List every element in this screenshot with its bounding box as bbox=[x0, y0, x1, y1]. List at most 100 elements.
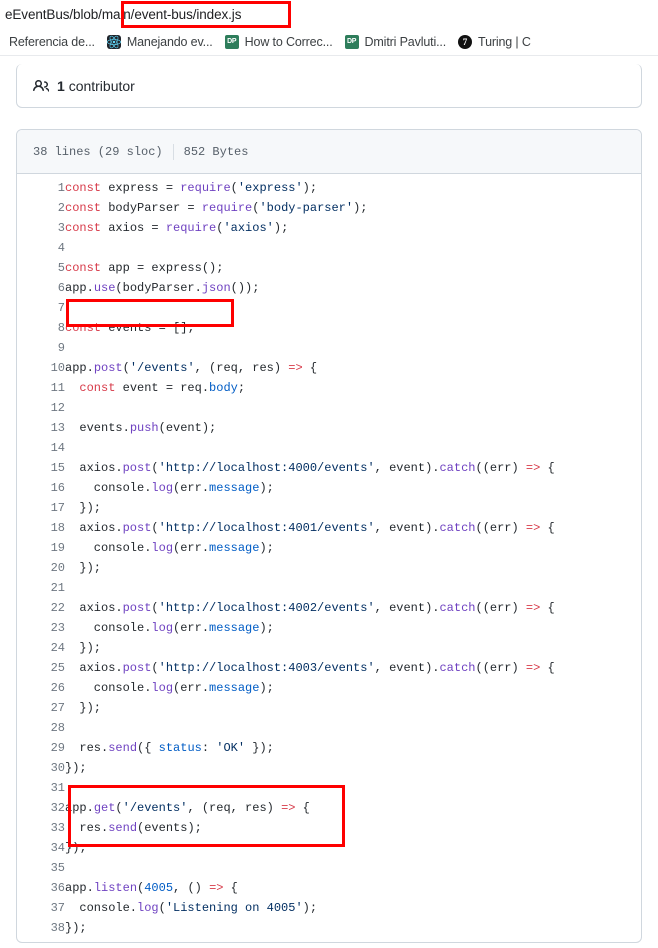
line-content[interactable]: }); bbox=[65, 638, 641, 658]
line-number[interactable]: 24 bbox=[17, 638, 65, 658]
line-content[interactable]: const bodyParser = require('body-parser'… bbox=[65, 198, 641, 218]
line-content[interactable]: events.push(event); bbox=[65, 418, 641, 438]
line-number[interactable]: 21 bbox=[17, 578, 65, 598]
line-number[interactable]: 28 bbox=[17, 718, 65, 738]
line-content[interactable]: console.log('Listening on 4005'); bbox=[65, 898, 641, 918]
code-token: post bbox=[122, 461, 152, 475]
line-number[interactable]: 22 bbox=[17, 598, 65, 618]
line-content[interactable]: const app = express(); bbox=[65, 258, 641, 278]
line-number[interactable]: 1 bbox=[17, 178, 65, 198]
line-number[interactable]: 11 bbox=[17, 378, 65, 398]
code-token: post bbox=[122, 601, 152, 615]
line-number[interactable]: 36 bbox=[17, 878, 65, 898]
line-number[interactable]: 9 bbox=[17, 338, 65, 358]
line-number[interactable]: 2 bbox=[17, 198, 65, 218]
line-content[interactable]: const events = []; bbox=[65, 318, 641, 338]
line-content[interactable] bbox=[65, 238, 641, 258]
code-token: { bbox=[540, 661, 555, 675]
line-content[interactable]: app.use(bodyParser.json()); bbox=[65, 278, 641, 298]
line-content[interactable]: }); bbox=[65, 498, 641, 518]
line-number[interactable]: 23 bbox=[17, 618, 65, 638]
line-number[interactable]: 30 bbox=[17, 758, 65, 778]
code-token: }); bbox=[65, 841, 87, 855]
line-content[interactable]: console.log(err.message); bbox=[65, 678, 641, 698]
code-token: (err. bbox=[173, 681, 210, 695]
line-content[interactable] bbox=[65, 578, 641, 598]
line-content[interactable] bbox=[65, 338, 641, 358]
code-token: const bbox=[65, 221, 102, 235]
line-number[interactable]: 8 bbox=[17, 318, 65, 338]
line-number[interactable]: 26 bbox=[17, 678, 65, 698]
line-number[interactable]: 35 bbox=[17, 858, 65, 878]
line-content[interactable] bbox=[65, 718, 641, 738]
contributors-panel[interactable]: 1 contributor bbox=[16, 64, 642, 108]
code-line: 36 app.listen(4005, () => { bbox=[17, 878, 641, 898]
line-number[interactable]: 29 bbox=[17, 738, 65, 758]
line-number[interactable]: 6 bbox=[17, 278, 65, 298]
line-number[interactable]: 14 bbox=[17, 438, 65, 458]
line-content[interactable]: res.send(events); bbox=[65, 818, 641, 838]
line-number[interactable]: 25 bbox=[17, 658, 65, 678]
line-number[interactable]: 15 bbox=[17, 458, 65, 478]
contributors-row[interactable]: 1 contributor bbox=[33, 78, 135, 94]
line-number[interactable]: 7 bbox=[17, 298, 65, 318]
code-line: 4 bbox=[17, 238, 641, 258]
code-token: ( bbox=[122, 361, 130, 375]
line-content[interactable]: app.post('/events', (req, res) => { bbox=[65, 358, 641, 378]
line-number[interactable]: 16 bbox=[17, 478, 65, 498]
line-number[interactable]: 31 bbox=[17, 778, 65, 798]
line-number[interactable]: 17 bbox=[17, 498, 65, 518]
line-content[interactable]: axios.post('http://localhost:4001/events… bbox=[65, 518, 641, 538]
line-content[interactable]: console.log(err.message); bbox=[65, 478, 641, 498]
line-content[interactable]: app.listen(4005, () => { bbox=[65, 878, 641, 898]
line-number[interactable]: 34 bbox=[17, 838, 65, 858]
code-token: (err. bbox=[173, 541, 210, 555]
line-content[interactable]: const express = require('express'); bbox=[65, 178, 641, 198]
code-token: , (req, res) bbox=[194, 361, 289, 375]
line-number[interactable]: 37 bbox=[17, 898, 65, 918]
line-content[interactable] bbox=[65, 858, 641, 878]
line-number[interactable]: 5 bbox=[17, 258, 65, 278]
line-content[interactable] bbox=[65, 438, 641, 458]
line-number[interactable]: 33 bbox=[17, 818, 65, 838]
line-content[interactable] bbox=[65, 298, 641, 318]
line-content[interactable] bbox=[65, 778, 641, 798]
line-number[interactable]: 32 bbox=[17, 798, 65, 818]
line-number[interactable]: 19 bbox=[17, 538, 65, 558]
line-content[interactable]: console.log(err.message); bbox=[65, 538, 641, 558]
line-content[interactable]: res.send({ status: 'OK' }); bbox=[65, 738, 641, 758]
line-content[interactable]: axios.post('http://localhost:4003/events… bbox=[65, 658, 641, 678]
line-number[interactable]: 10 bbox=[17, 358, 65, 378]
line-number[interactable]: 3 bbox=[17, 218, 65, 238]
line-content[interactable]: }); bbox=[65, 918, 641, 938]
line-content[interactable]: console.log(err.message); bbox=[65, 618, 641, 638]
line-content[interactable]: }); bbox=[65, 838, 641, 858]
code-token: ( bbox=[151, 661, 159, 675]
line-number[interactable]: 12 bbox=[17, 398, 65, 418]
line-content[interactable]: const event = req.body; bbox=[65, 378, 641, 398]
line-number[interactable]: 27 bbox=[17, 698, 65, 718]
url-text: eEventBus/blob/main/event-bus/index.js bbox=[5, 6, 242, 22]
line-content[interactable]: axios.post('http://localhost:4000/events… bbox=[65, 458, 641, 478]
code-line: 29 res.send({ status: 'OK' }); bbox=[17, 738, 641, 758]
react-icon bbox=[106, 34, 121, 49]
bookmark-item[interactable]: Referencia de... bbox=[4, 32, 102, 52]
line-number[interactable]: 18 bbox=[17, 518, 65, 538]
line-content[interactable]: }); bbox=[65, 698, 641, 718]
line-number[interactable]: 4 bbox=[17, 238, 65, 258]
line-content[interactable]: axios.post('http://localhost:4002/events… bbox=[65, 598, 641, 618]
bookmark-item[interactable]: DP Dmitri Pavluti... bbox=[340, 32, 454, 52]
line-number[interactable]: 38 bbox=[17, 918, 65, 938]
line-content[interactable]: }); bbox=[65, 758, 641, 778]
code-viewer[interactable]: 1 const express = require('express'); 2 con… bbox=[17, 174, 641, 942]
line-content[interactable]: const axios = require('axios'); bbox=[65, 218, 641, 238]
bookmark-item[interactable]: DP How to Correc... bbox=[220, 32, 340, 52]
bookmark-item[interactable]: Manejando ev... bbox=[102, 32, 220, 52]
line-content[interactable]: }); bbox=[65, 558, 641, 578]
bookmark-item[interactable]: 7 Turing | C bbox=[453, 32, 538, 52]
line-number[interactable]: 13 bbox=[17, 418, 65, 438]
browser-url-bar[interactable]: eEventBus/blob/main/event-bus/index.js bbox=[0, 0, 658, 28]
line-content[interactable] bbox=[65, 398, 641, 418]
line-number[interactable]: 20 bbox=[17, 558, 65, 578]
line-content[interactable]: app.get('/events', (req, res) => { bbox=[65, 798, 641, 818]
